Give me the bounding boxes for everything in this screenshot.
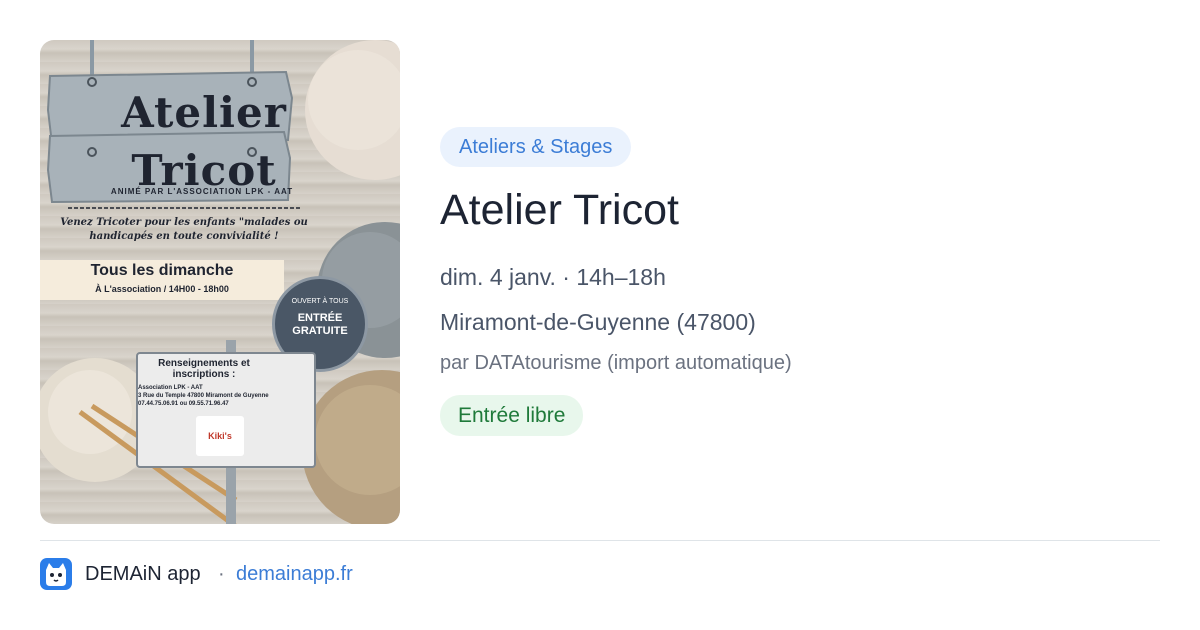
cat-face-icon <box>40 558 72 590</box>
poster-info-line: 07.44.75.06.91 ou 09.55.71.96.47 <box>138 401 229 407</box>
footer-app-name: DEMAiN app <box>85 563 201 585</box>
poster-info-lines: Association LPK - AAT 3 Rue du Temple 47… <box>138 384 314 408</box>
footer-separator: · <box>218 563 225 585</box>
poster-free-text: ENTRÉE GRATUITE <box>292 312 348 337</box>
event-source: par DATAtourisme (import automatique) <box>440 352 792 374</box>
poster-info-line: 3 Rue du Temple 47800 Miramont de Guyenn… <box>138 393 269 399</box>
footer-divider <box>40 540 1160 541</box>
event-date: dim. 4 janv. · 14h–18h <box>440 264 666 290</box>
poster-info-heading: Renseignements et inscriptions : <box>158 358 250 380</box>
poster-hours: À L'association / 14H00 - 18h00 <box>95 284 229 294</box>
price-chip: Entrée libre <box>440 395 584 436</box>
poster-subtitle: ANIMÉ PAR L'ASSOCIATION LPK - AAT <box>110 187 294 196</box>
poster-tagline: Venez Tricoter pour les enfants "malades… <box>60 217 308 242</box>
event-title: Atelier Tricot <box>440 186 679 234</box>
event-location: Miramont-de-Guyenne (47800) <box>440 309 756 335</box>
footer-website-link[interactable]: demainapp.fr <box>236 563 353 586</box>
category-chip[interactable]: Ateliers & Stages <box>440 127 632 167</box>
poster-info-line: Association LPK - AAT <box>138 385 203 391</box>
poster-open-text: OUVERT À TOUS <box>291 298 349 305</box>
poster-schedule: Tous les dimanche <box>90 262 234 279</box>
poster-logo: Kiki's <box>196 416 244 456</box>
poster-title-line1: Atelier <box>121 88 287 137</box>
event-image: Atelier Tricot ANIMÉ PAR L'ASSOCIATION L… <box>40 40 400 524</box>
